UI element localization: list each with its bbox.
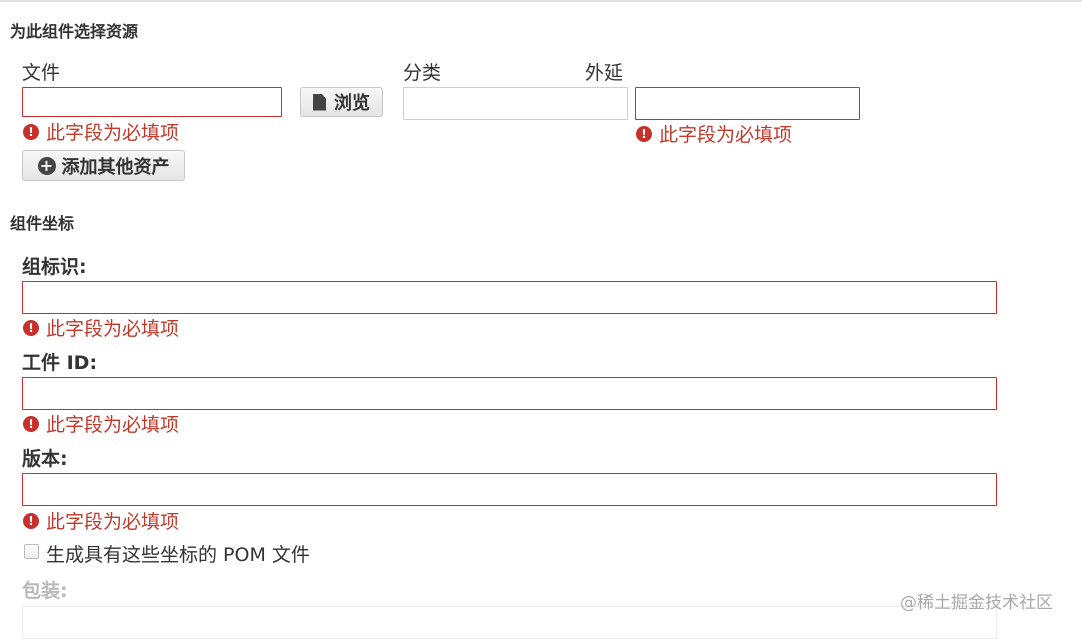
exclamation-circle-icon: ! [23,512,39,529]
browse-button-label: 浏览 [334,93,370,114]
classifier-label: 分类 [403,62,442,84]
artifact-id-label: 工件 ID: [22,352,98,374]
exclamation-circle-icon: ! [23,123,39,140]
version-input[interactable] [22,473,997,506]
top-divider [0,0,1082,2]
group-id-label: 组标识: [22,256,87,278]
section-title-resource: 为此组件选择资源 [10,22,139,41]
section-title-coordinates: 组件坐标 [10,214,75,233]
artifact-id-input[interactable] [22,377,997,410]
watermark: @稀土掘金技术社区 [900,593,1053,613]
group-id-error: ! 此字段为必填项 [23,314,179,341]
add-asset-button-label: 添加其他资产 [61,156,170,178]
file-error: ! 此字段为必填项 [23,118,179,145]
extension-error-text: 此字段为必填项 [659,124,793,146]
add-asset-button[interactable]: + 添加其他资产 [22,150,185,181]
packaging-label: 包装: [22,580,68,602]
exclamation-circle-icon: ! [636,125,652,142]
extension-error: ! 此字段为必填项 [636,120,792,147]
file-input[interactable] [22,87,282,117]
extension-input[interactable] [635,87,860,120]
plus-circle-icon: + [37,156,56,175]
generate-pom-label: 生成具有这些坐标的 POM 文件 [46,544,310,566]
group-id-input[interactable] [22,281,997,314]
exclamation-circle-icon: ! [23,319,39,336]
version-error-text: 此字段为必填项 [46,511,180,533]
artifact-id-error-text: 此字段为必填项 [46,414,180,436]
file-icon [313,93,326,111]
browse-button[interactable]: 浏览 [300,87,383,117]
version-error: ! 此字段为必填项 [23,507,179,534]
artifact-id-error: ! 此字段为必填项 [23,410,179,437]
file-error-text: 此字段为必填项 [46,122,180,144]
generate-pom-checkbox[interactable] [24,544,39,559]
group-id-error-text: 此字段为必填项 [46,318,180,340]
version-label: 版本: [22,448,68,470]
classifier-input[interactable] [403,87,628,120]
file-label: 文件 [22,62,61,84]
exclamation-circle-icon: ! [23,415,39,432]
extension-label: 外延 [585,62,624,84]
packaging-input [22,606,997,639]
